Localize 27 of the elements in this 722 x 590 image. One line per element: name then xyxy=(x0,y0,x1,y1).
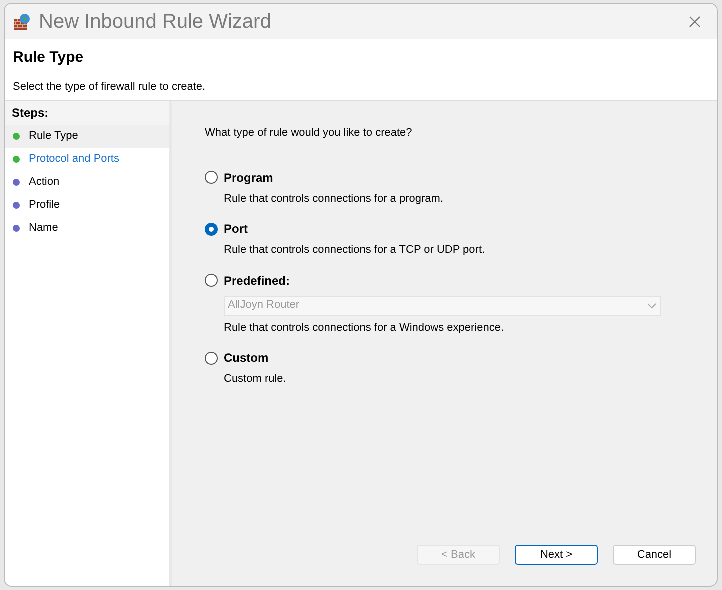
option-label[interactable]: Custom xyxy=(224,349,269,367)
window-title: New Inbound Rule Wizard xyxy=(39,10,272,34)
step-item[interactable]: Profile xyxy=(5,194,169,217)
chevron-icon xyxy=(647,302,657,308)
option-label[interactable]: Port xyxy=(224,220,248,238)
page-title: Rule Type xyxy=(13,48,85,68)
step-item[interactable]: Name xyxy=(5,217,169,240)
firewall-icon xyxy=(13,12,31,30)
step-item[interactable]: Protocol and Ports xyxy=(5,148,169,171)
wizard-button[interactable]: Cancel xyxy=(613,545,696,565)
step-item[interactable]: Rule Type xyxy=(5,125,169,148)
option-description: Rule that controls connections for a Windows experience. xyxy=(224,320,506,336)
steps-heading: Steps: xyxy=(5,101,169,125)
close-icon[interactable] xyxy=(689,16,701,28)
step-item[interactable]: Action xyxy=(5,171,169,194)
option-label[interactable]: Predefined: xyxy=(224,272,290,290)
option-description: Rule that controls connections for a program. xyxy=(224,192,445,206)
option-description: Rule that controls connections for a TCP or UDP port. xyxy=(224,243,486,258)
question-text: What type of rule would you like to create? xyxy=(205,126,414,141)
radio-button[interactable] xyxy=(205,274,218,287)
radio-button[interactable] xyxy=(205,222,218,236)
option-label[interactable]: Program xyxy=(224,168,274,186)
wizard-button[interactable]: Next > xyxy=(515,545,598,565)
radio-button[interactable] xyxy=(205,171,218,184)
radio-button[interactable] xyxy=(205,352,218,364)
page-subtitle: Select the type of firewall rule to create. xyxy=(13,80,207,94)
option-description: Custom rule. xyxy=(224,372,288,387)
